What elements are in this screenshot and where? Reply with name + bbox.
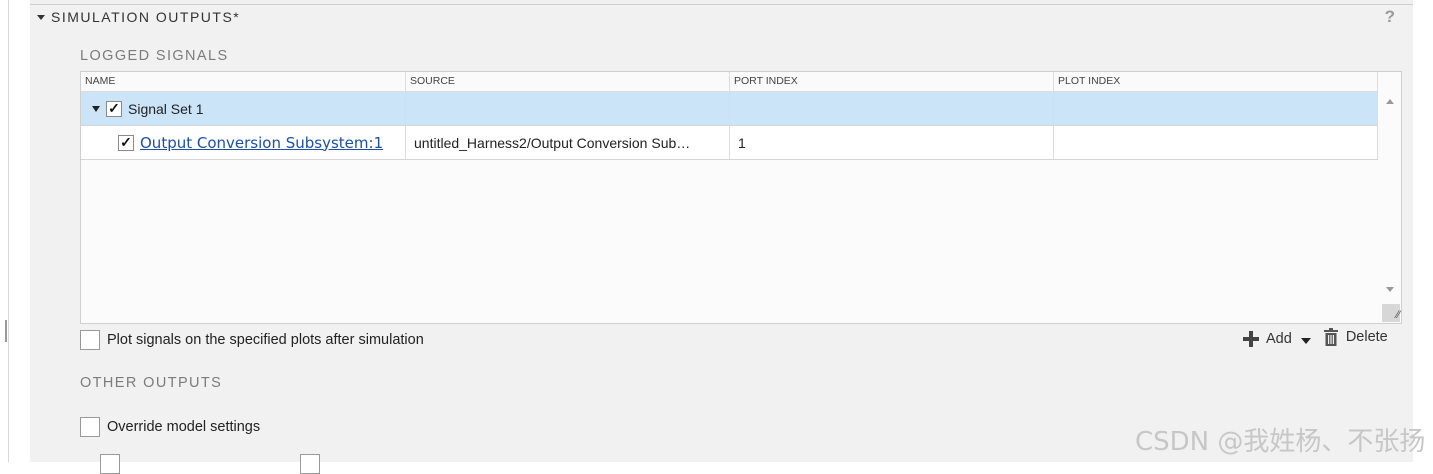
signals-toolbar: Add Delete (1243, 327, 1388, 347)
signal-set-name-cell: ✓ Signal Set 1 (81, 92, 406, 125)
signal-set-row[interactable]: ✓ Signal Set 1 (81, 92, 1378, 125)
override-settings-checkbox[interactable] (80, 417, 100, 437)
signal-set-label: Signal Set 1 (128, 100, 204, 117)
add-button[interactable]: Add (1243, 331, 1311, 347)
signal-set-port-index-cell (730, 92, 1054, 125)
help-icon[interactable]: ? (1385, 7, 1395, 27)
signal-name-cell: ✓ Output Conversion Subsystem:1 (81, 126, 406, 159)
signal-set-plot-index-cell (1054, 92, 1378, 125)
chevron-down-icon[interactable] (1300, 337, 1311, 344)
override-settings-label: Override model settings (107, 419, 261, 435)
table-scrollbar[interactable] (1379, 91, 1401, 322)
collapse-caret-icon[interactable] (37, 14, 45, 20)
section-header[interactable]: SIMULATION OUTPUTS* (37, 8, 240, 26)
signal-set-checkbox[interactable]: ✓ (106, 100, 122, 117)
plot-signals-checkbox[interactable] (80, 330, 100, 350)
delete-button[interactable]: Delete (1323, 327, 1388, 346)
signal-checkbox[interactable]: ✓ (118, 134, 134, 151)
plot-signals-option[interactable]: Plot signals on the specified plots afte… (80, 330, 424, 350)
column-header-name[interactable]: NAME (81, 72, 406, 91)
section-title: SIMULATION OUTPUTS* (51, 9, 241, 25)
signal-link[interactable]: Output Conversion Subsystem:1 (140, 134, 383, 152)
cut-off-options-row (100, 454, 320, 474)
table-header: NAME SOURCE PORT INDEX PLOT INDEX (81, 72, 1378, 92)
panel-divider (30, 4, 1413, 5)
plus-icon (1243, 331, 1259, 347)
signal-source-cell: untitled_Harness2/Output Conversion Sub… (406, 126, 730, 159)
signal-set-source-cell (406, 92, 730, 125)
table-row[interactable]: ✓ Output Conversion Subsystem:1 untitled… (81, 125, 1378, 160)
other-outputs-heading: OTHER OUTPUTS (80, 375, 223, 391)
resize-grip-icon[interactable]: ⁄⁄ (1382, 304, 1400, 322)
override-settings-option[interactable]: Override model settings (80, 417, 260, 437)
column-header-source[interactable]: SOURCE (406, 72, 730, 91)
trash-icon (1323, 327, 1338, 346)
scroll-up-icon[interactable] (1386, 99, 1394, 104)
plot-signals-label: Plot signals on the specified plots afte… (107, 332, 424, 348)
delete-button-label: Delete (1345, 328, 1388, 345)
cut-off-checkbox-1[interactable] (100, 454, 120, 474)
column-header-plot-index[interactable]: PLOT INDEX (1054, 72, 1378, 91)
scroll-down-icon[interactable] (1386, 287, 1394, 292)
signal-port-index-cell[interactable]: 1 (730, 126, 1054, 159)
expand-caret-icon[interactable] (92, 105, 100, 112)
left-rail (0, 0, 9, 462)
watermark: CSDN @我姓杨、不张扬 (1135, 427, 1426, 457)
add-button-label: Add (1266, 331, 1292, 347)
logged-signals-table: NAME SOURCE PORT INDEX PLOT INDEX ✓ Sign… (80, 71, 1402, 324)
signal-plot-index-cell[interactable] (1054, 126, 1378, 159)
cut-off-checkbox-2[interactable] (300, 454, 320, 474)
logged-signals-heading: LOGGED SIGNALS (80, 48, 229, 64)
column-header-port-index[interactable]: PORT INDEX (730, 72, 1054, 91)
splitter-handle[interactable] (5, 320, 7, 342)
